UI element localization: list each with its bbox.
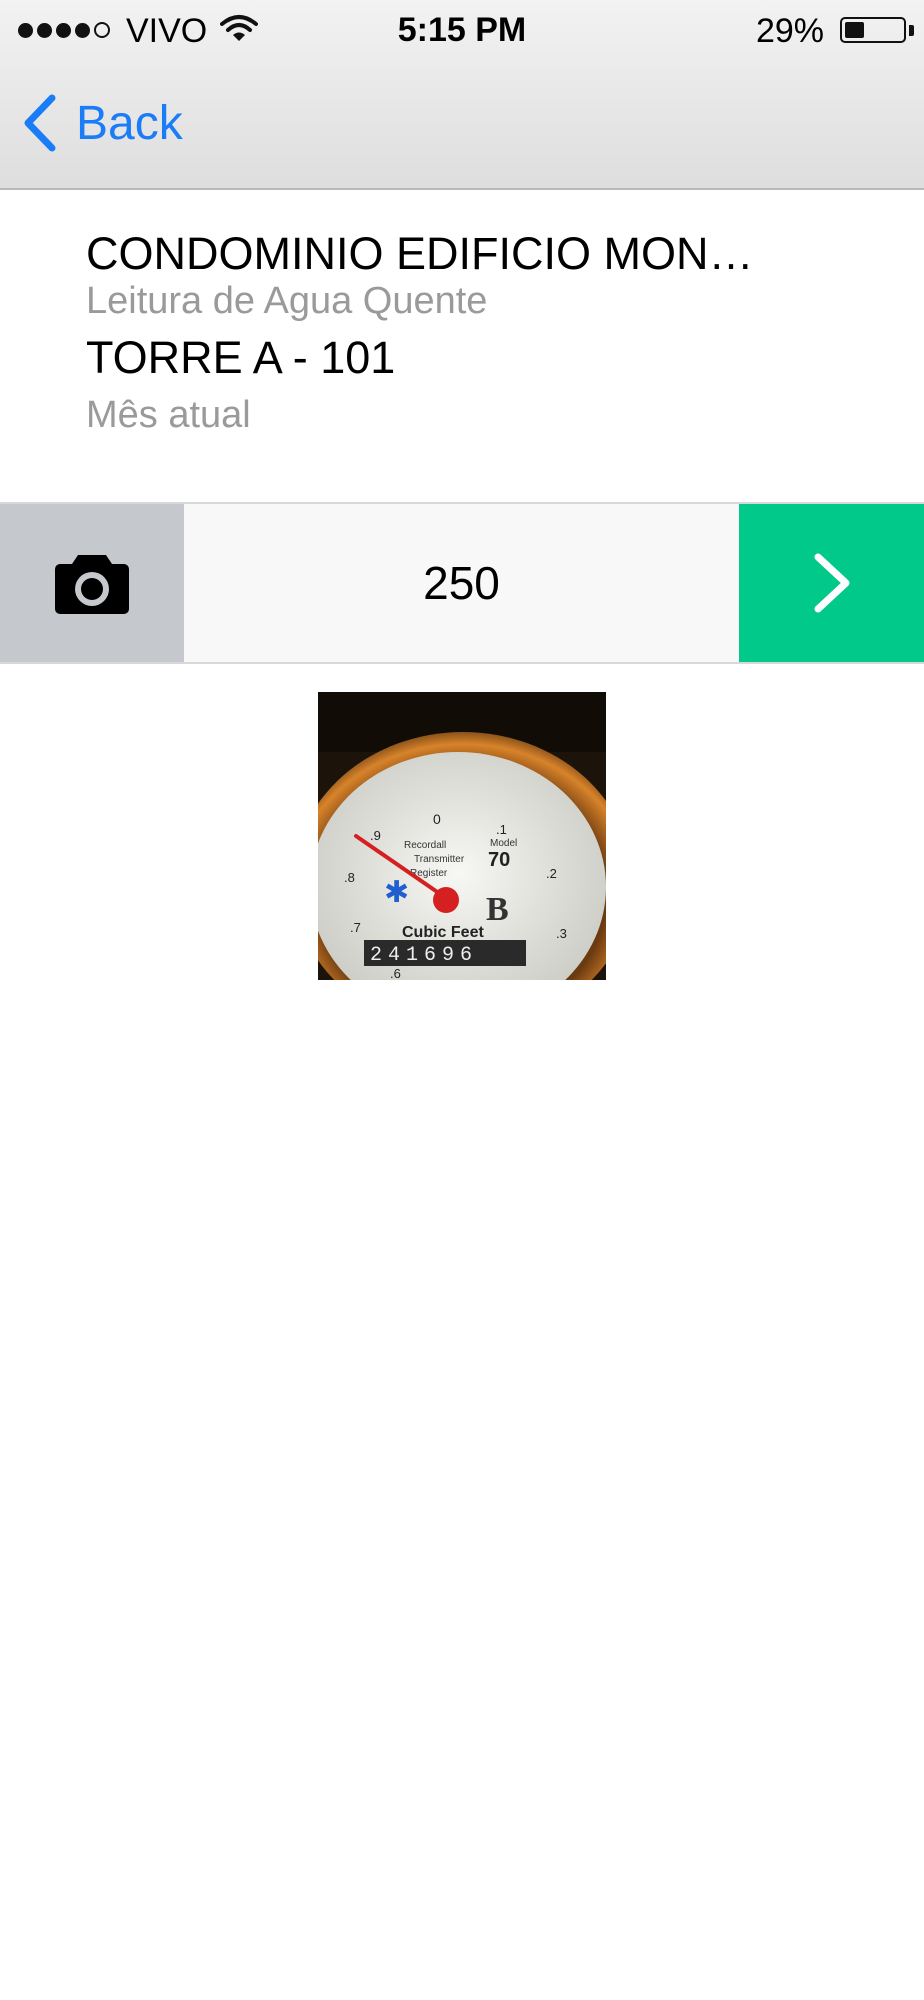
back-button[interactable]: Back [20, 88, 183, 158]
svg-text:.8: .8 [344, 870, 355, 885]
svg-text:.6: .6 [390, 966, 401, 980]
svg-text:.9: .9 [370, 828, 381, 843]
svg-text:.1: .1 [496, 822, 507, 837]
svg-text:Transmitter: Transmitter [414, 854, 465, 865]
svg-text:B: B [486, 891, 509, 928]
svg-text:.7: .7 [350, 920, 361, 935]
chevron-right-icon [814, 553, 849, 613]
camera-button[interactable] [0, 504, 184, 662]
reading-type: Leitura de Agua Quente [86, 280, 488, 322]
battery-tip [909, 25, 914, 36]
reading-input-row: 250 [0, 502, 924, 664]
camera-icon [55, 555, 129, 614]
reading-value-field[interactable]: 250 [184, 504, 739, 662]
next-button[interactable] [739, 504, 924, 662]
navigation-bar: VIVO 5:15 PM 29% Back [0, 0, 924, 190]
svg-text:70: 70 [488, 849, 510, 871]
chevron-left-icon [24, 94, 56, 152]
svg-text:0: 0 [433, 811, 441, 827]
svg-text:Cubic Feet: Cubic Feet [402, 924, 484, 941]
status-bar: VIVO 5:15 PM 29% [0, 0, 924, 62]
battery-percentage: 29% [755, 12, 824, 50]
reading-period: Mês atual [86, 394, 251, 436]
svg-text:241696: 241696 [370, 944, 478, 967]
svg-text:Recordall: Recordall [404, 840, 446, 851]
svg-text:.3: .3 [556, 926, 567, 941]
water-meter-photo: 0 .1 .2 .3 .9 .8 .7 .6 Recordall Transmi… [318, 692, 606, 980]
condominium-name: CONDOMINIO EDIFICIO MON… [86, 228, 754, 279]
unit-name: TORRE A - 101 [86, 332, 396, 383]
svg-text:.2: .2 [546, 866, 557, 881]
meter-photo-thumbnail[interactable]: 0 .1 .2 .3 .9 .8 .7 .6 Recordall Transmi… [318, 692, 606, 980]
back-label: Back [76, 96, 183, 150]
battery-icon [840, 17, 906, 43]
svg-text:Model: Model [490, 838, 517, 849]
svg-text:✱: ✱ [384, 875, 409, 910]
